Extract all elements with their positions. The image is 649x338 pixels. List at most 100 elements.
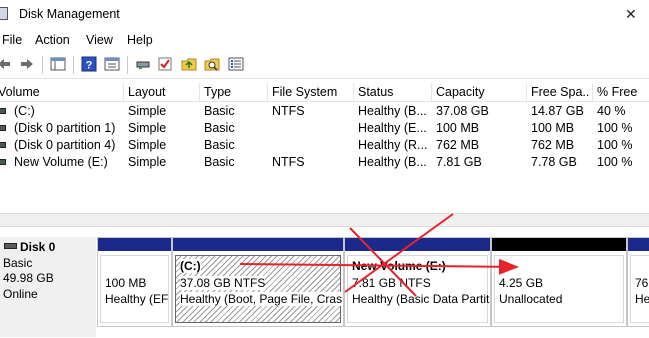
partition-body: 4.25 GB Unallocated: [494, 255, 624, 323]
menu-help[interactable]: Help: [127, 33, 153, 47]
svg-text:?: ?: [86, 60, 93, 72]
column-header-free-space[interactable]: Free Spa...: [531, 85, 589, 99]
volume-percent-free: 100 %: [597, 121, 633, 135]
volume-name: New Volume (E:): [14, 155, 108, 169]
volume-percent-free: 100 %: [597, 138, 633, 152]
partition-size: 76: [635, 276, 649, 290]
partition-stripe: [173, 238, 343, 251]
volume-type: Basic: [204, 138, 235, 152]
partition-unallocated[interactable]: 4.25 GB Unallocated: [491, 237, 627, 327]
disk-name: Disk 0: [20, 240, 56, 254]
volume-icon: [0, 125, 6, 131]
volume-layout: Simple: [128, 121, 167, 135]
volume-capacity: 100 MB: [436, 121, 480, 135]
partition-body: 100 MB Healthy (EF: [100, 255, 169, 323]
volume-row[interactable]: New Volume (E:) Simple Basic NTFS Health…: [0, 154, 649, 171]
partition-body-selected: (C:) 37.08 GB NTFS Healthy (Boot, Page F…: [175, 255, 343, 323]
volume-name: (Disk 0 partition 4): [14, 138, 116, 152]
search-icon[interactable]: [204, 56, 220, 72]
volume-capacity: 37.08 GB: [436, 104, 489, 118]
column-divider[interactable]: [353, 83, 354, 101]
volume-row[interactable]: (C:) Simple Basic NTFS Healthy (B... 37.…: [0, 103, 649, 120]
partition-body: New Volume (E:) 7.81 GB NTFS Healthy (Ba…: [347, 255, 490, 323]
folder-up-icon[interactable]: [181, 56, 197, 72]
partition-status: Healthy (Boot, Page File, Cras: [180, 292, 343, 306]
column-divider[interactable]: [123, 83, 124, 101]
title-bar: Disk Management ✕: [0, 0, 649, 28]
volume-list-header: Volume Layout Type File System Status Ca…: [0, 83, 649, 102]
volume-free-space: 7.78 GB: [531, 155, 577, 169]
volume-free-space: 100 MB: [531, 121, 575, 135]
close-button[interactable]: ✕: [607, 0, 649, 28]
partition-status: Healthy (Basic Data Partit: [352, 292, 490, 306]
back-icon[interactable]: [0, 56, 12, 72]
disk-graphical-view: Disk 0 Basic 49.98 GB Online 100 MB Heal…: [0, 227, 649, 338]
partition-stripe: [628, 238, 649, 251]
partition-status: Unallocated: [499, 292, 563, 306]
partition-size: 7.81 GB NTFS: [352, 276, 431, 290]
volume-name: (C:): [14, 104, 35, 118]
volume-capacity: 7.81 GB: [436, 155, 482, 169]
partition-status: He: [635, 292, 649, 306]
column-divider[interactable]: [431, 83, 432, 101]
disk-size: 49.98 GB: [3, 271, 54, 285]
column-divider[interactable]: [592, 83, 593, 101]
column-header-type[interactable]: Type: [204, 85, 266, 99]
volume-percent-free: 40 %: [597, 104, 626, 118]
pane-splitter[interactable]: [0, 213, 649, 227]
menu-file[interactable]: File: [2, 33, 22, 47]
disk-management-icon: [0, 7, 8, 20]
volume-row[interactable]: (Disk 0 partition 4) Simple Basic Health…: [0, 137, 649, 154]
volume-percent-free: 100 %: [597, 155, 633, 169]
menu-bar: File Action View Help: [0, 29, 649, 51]
partition-stripe-unallocated: [492, 238, 626, 251]
partition-body: 76 He: [630, 255, 649, 323]
partition-efi[interactable]: 100 MB Healthy (EF: [97, 237, 172, 327]
volume-type: Basic: [204, 104, 235, 118]
column-divider[interactable]: [199, 83, 200, 101]
disk-icon: [4, 243, 17, 249]
column-header-file-system[interactable]: File System: [272, 85, 350, 99]
volume-layout: Simple: [128, 138, 167, 152]
connect-icon[interactable]: [135, 56, 151, 72]
volume-icon: [0, 142, 6, 148]
properties-icon[interactable]: [104, 56, 120, 72]
column-header-capacity[interactable]: Capacity: [436, 85, 524, 99]
volume-icon: [0, 108, 6, 114]
volume-row[interactable]: (Disk 0 partition 1) Simple Basic Health…: [0, 120, 649, 137]
column-divider[interactable]: [526, 83, 527, 101]
partition-e[interactable]: New Volume (E:) 7.81 GB NTFS Healthy (Ba…: [344, 237, 491, 327]
settings-list-icon[interactable]: [228, 56, 244, 72]
column-header-percent-free[interactable]: % Free: [597, 85, 647, 99]
volume-free-space: 762 MB: [531, 138, 575, 152]
column-header-layout[interactable]: Layout: [128, 85, 196, 99]
volume-type: Basic: [204, 121, 235, 135]
volume-icon: [0, 159, 6, 165]
forward-icon[interactable]: [19, 56, 35, 72]
toolbar-separator: [127, 56, 128, 74]
partition-size: 4.25 GB: [499, 276, 544, 290]
partition-recovery[interactable]: 76 He: [627, 237, 649, 327]
disk-0-label[interactable]: Disk 0 Basic 49.98 GB Online: [0, 237, 96, 337]
menu-view[interactable]: View: [86, 33, 113, 47]
disk-type: Basic: [3, 256, 33, 270]
partition-c[interactable]: (C:) 37.08 GB NTFS Healthy (Boot, Page F…: [172, 237, 344, 327]
window-title: Disk Management: [19, 7, 120, 21]
volume-capacity: 762 MB: [436, 138, 480, 152]
column-header-status[interactable]: Status: [358, 85, 428, 99]
console-tree-icon[interactable]: [50, 56, 66, 72]
help-icon[interactable]: ?: [81, 56, 97, 72]
volume-list: Volume Layout Type File System Status Ca…: [0, 83, 649, 211]
partition-stripe: [345, 238, 490, 251]
check-icon[interactable]: [157, 56, 173, 72]
column-header-volume[interactable]: Volume: [0, 85, 118, 99]
partition-title: New Volume (E:): [352, 259, 446, 273]
close-icon: ✕: [625, 6, 637, 22]
volume-status: Healthy (B...: [358, 155, 427, 169]
toolbar: ?: [0, 52, 649, 79]
volume-file-system: NTFS: [272, 104, 305, 118]
menu-action[interactable]: Action: [35, 33, 70, 47]
partition-size: 100 MB: [105, 276, 147, 290]
column-divider[interactable]: [267, 83, 268, 101]
volume-name: (Disk 0 partition 1): [14, 121, 116, 135]
